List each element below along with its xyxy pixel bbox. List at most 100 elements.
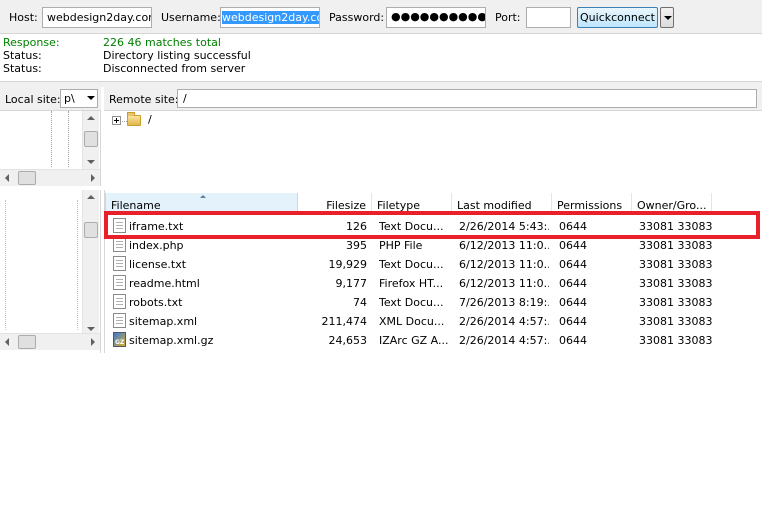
table-row[interactable]: license.txt 19,929 Text Docu... 6/12/201…: [105, 255, 762, 274]
file-permissions: 0644: [559, 315, 587, 328]
column-header-filename[interactable]: Filename: [105, 193, 298, 213]
column-header-filesize[interactable]: Filesize: [298, 193, 372, 213]
column-header-owner-group[interactable]: Owner/Gro...: [632, 193, 712, 213]
file-size: 19,929: [328, 258, 368, 271]
column-header-permissions[interactable]: Permissions: [552, 193, 632, 213]
host-value: webdesign2day.com: [47, 11, 152, 24]
file-type: Firefox HT...: [379, 277, 444, 290]
file-owner: 33081 33083: [639, 239, 713, 252]
log-kind: Response:: [3, 36, 60, 49]
scroll-up-icon[interactable]: [87, 195, 95, 199]
plus-expander-icon[interactable]: [112, 116, 121, 125]
scroll-thumb[interactable]: [84, 131, 98, 147]
remote-site-input[interactable]: /: [177, 89, 757, 108]
table-row[interactable]: sitemap.xml.gz 24,653 IZArc GZ A... 2/26…: [105, 331, 762, 350]
scroll-up-icon[interactable]: [87, 116, 95, 120]
log-kind: Status:: [3, 49, 42, 62]
file-permissions: 0644: [559, 296, 587, 309]
file-name: license.txt: [129, 258, 187, 271]
password-label: Password:: [329, 11, 385, 24]
local-file-list: [0, 190, 101, 353]
local-tree-hscrollbar[interactable]: [0, 169, 100, 186]
blank-area: [0, 353, 762, 511]
file-modified: 2/26/2014 4:57:...: [459, 334, 549, 347]
scroll-thumb[interactable]: [18, 335, 36, 349]
local-list-hscrollbar[interactable]: [0, 333, 100, 350]
file-name: sitemap.xml.gz: [129, 334, 214, 347]
gz-archive-icon: [113, 332, 126, 347]
local-tree-vscrollbar[interactable]: [82, 111, 99, 169]
file-type: PHP File: [379, 239, 423, 252]
folder-icon: [127, 112, 141, 126]
scroll-down-icon[interactable]: [87, 160, 95, 164]
file-type: IZArc GZ A...: [379, 334, 449, 347]
chevron-down-icon[interactable]: [87, 96, 95, 100]
port-label: Port:: [495, 11, 521, 24]
scroll-down-icon[interactable]: [87, 327, 95, 331]
highlight-box: [104, 211, 760, 239]
table-row[interactable]: sitemap.xml 211,474 XML Docu... 2/26/201…: [105, 312, 762, 331]
local-list-vscrollbar[interactable]: [82, 190, 99, 336]
file-modified: 6/12/2013 11:0...: [459, 239, 549, 252]
local-tree: [0, 111, 101, 186]
scroll-left-icon[interactable]: [5, 338, 9, 346]
username-label: Username:: [161, 11, 221, 24]
file-owner: 33081 33083: [639, 334, 713, 347]
tree-guide-line: [68, 111, 69, 167]
file-modified: 6/12/2013 11:0...: [459, 258, 549, 271]
port-input[interactable]: [526, 7, 571, 28]
scroll-thumb[interactable]: [84, 222, 98, 238]
username-input[interactable]: webdesign2day.com: [220, 7, 320, 28]
text-file-icon: [113, 313, 126, 328]
file-owner: 33081 33083: [639, 315, 713, 328]
scroll-right-icon[interactable]: [91, 338, 95, 346]
quickconnect-button[interactable]: Quickconnect: [577, 7, 658, 28]
local-site-bar: Local site: p\: [0, 87, 101, 111]
text-file-icon: [113, 294, 126, 309]
file-type: Text Docu...: [379, 296, 444, 309]
file-size: 24,653: [328, 334, 368, 347]
table-row[interactable]: readme.html 9,177 Firefox HT... 6/12/201…: [105, 274, 762, 293]
scroll-left-icon[interactable]: [5, 174, 9, 182]
scroll-thumb[interactable]: [18, 171, 36, 185]
local-site-combobox[interactable]: p\: [60, 89, 98, 108]
column-header-filetype[interactable]: Filetype: [372, 193, 452, 213]
file-size: 211,474: [321, 315, 368, 328]
file-name: index.php: [129, 239, 184, 252]
file-permissions: 0644: [559, 239, 587, 252]
table-row[interactable]: robots.txt 74 Text Docu... 7/26/2013 8:1…: [105, 293, 762, 312]
file-size: 395: [346, 239, 367, 252]
log-text: Disconnected from server: [103, 62, 246, 75]
host-input[interactable]: webdesign2day.com: [42, 7, 152, 28]
file-owner: 33081 33083: [639, 258, 713, 271]
file-modified: 2/26/2014 4:57:...: [459, 315, 549, 328]
username-value: webdesign2day.com: [222, 11, 319, 24]
list-decor: [5, 200, 6, 330]
chevron-down-icon[interactable]: [660, 7, 674, 28]
tree-node-label: /: [148, 113, 152, 126]
password-value: ●●●●●●●●●●●●: [391, 10, 485, 23]
sort-ascending-icon: [200, 195, 206, 198]
scroll-right-icon[interactable]: [91, 174, 95, 182]
column-header-last-modified[interactable]: Last modified: [452, 193, 552, 213]
file-type: XML Docu...: [379, 315, 445, 328]
password-input[interactable]: ●●●●●●●●●●●●: [386, 7, 486, 28]
file-modified: 7/26/2013 8:19:...: [459, 296, 549, 309]
text-file-icon: [113, 237, 126, 252]
text-file-icon: [113, 256, 126, 271]
log-kind: Status:: [3, 62, 42, 75]
local-site-value: p\: [64, 92, 75, 105]
log-text: 226 46 matches total: [103, 36, 221, 49]
file-permissions: 0644: [559, 277, 587, 290]
remote-site-value: /: [183, 92, 187, 105]
host-label: Host:: [9, 11, 38, 24]
log-text: Directory listing successful: [103, 49, 251, 62]
file-owner: 33081 33083: [639, 296, 713, 309]
file-type: Text Docu...: [379, 258, 444, 271]
file-name: sitemap.xml: [129, 315, 198, 328]
file-permissions: 0644: [559, 258, 587, 271]
tree-guide-line: [51, 111, 52, 167]
file-name: readme.html: [129, 277, 200, 290]
file-owner: 33081 33083: [639, 277, 713, 290]
list-decor: [77, 200, 78, 330]
